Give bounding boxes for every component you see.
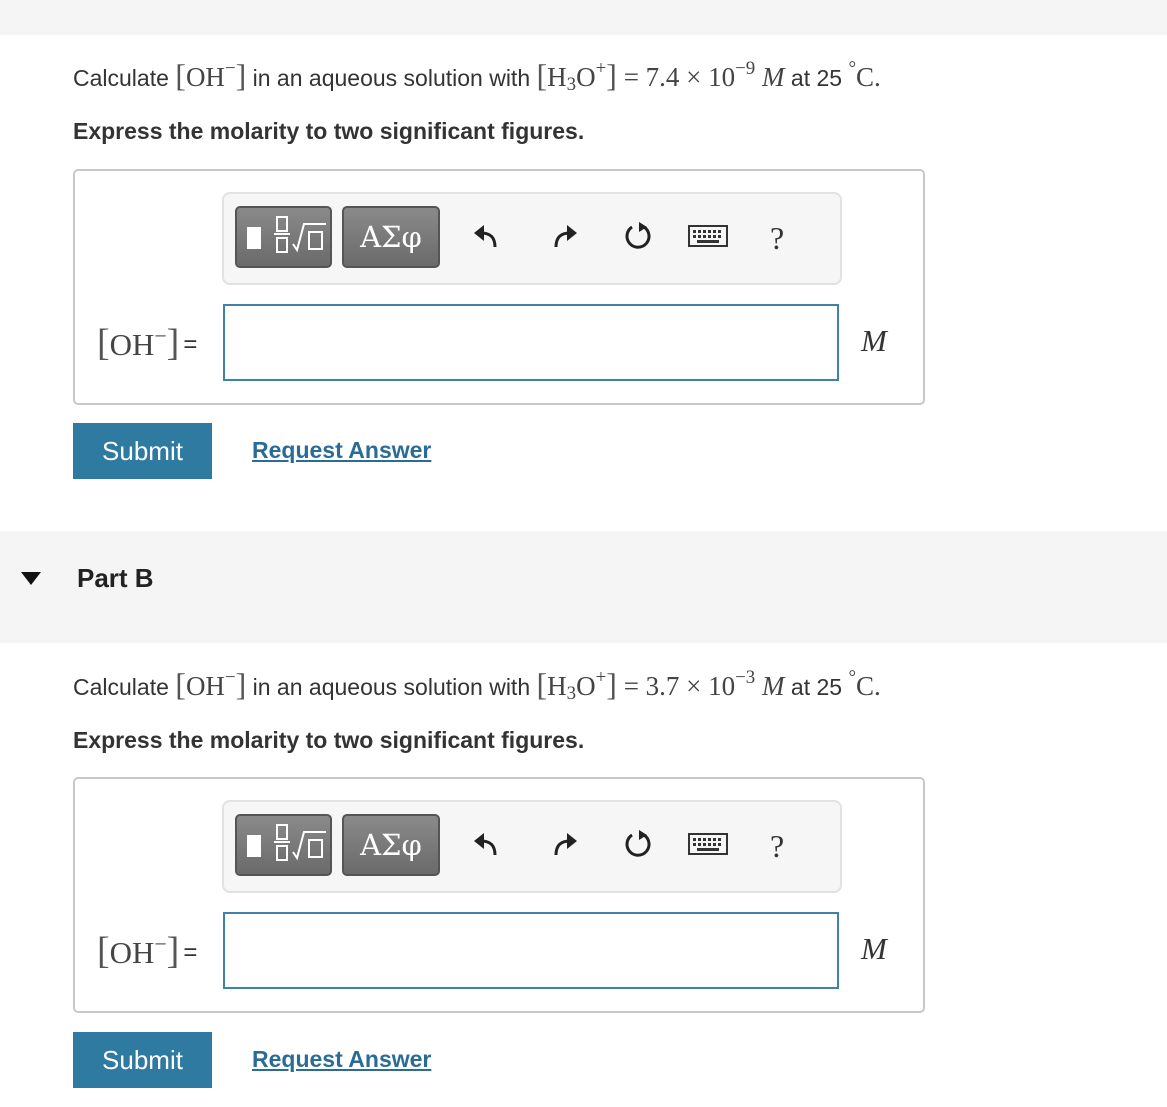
unit-label: M (861, 931, 887, 966)
instruction-text: Express the molarity to two significant … (73, 118, 585, 144)
answer-box: ΑΣφ ? [OH−] = M (73, 169, 925, 405)
keyboard-icon[interactable] (688, 216, 728, 256)
top-band (0, 0, 1167, 35)
answer-input[interactable] (223, 912, 839, 989)
question-text: Calculate [OH−] in an aqueous solution w… (73, 666, 881, 704)
request-answer-link[interactable]: Request Answer (252, 1046, 431, 1073)
greek-symbols-button[interactable]: ΑΣφ (342, 814, 440, 876)
math-toolbar: ΑΣφ ? (222, 192, 842, 285)
reset-icon[interactable] (618, 824, 658, 864)
help-icon[interactable]: ? (770, 220, 784, 257)
templates-button[interactable] (235, 814, 332, 876)
submit-button[interactable]: Submit (73, 1032, 212, 1088)
instruction-text: Express the molarity to two significant … (73, 727, 585, 753)
unit-label: M (861, 323, 887, 358)
part-b-header (0, 531, 1167, 643)
request-answer-link[interactable]: Request Answer (252, 437, 431, 464)
submit-button[interactable]: Submit (73, 423, 212, 479)
part-b-title: Part B (77, 563, 154, 593)
templates-button[interactable] (235, 206, 332, 268)
answer-label: [OH−] = (97, 930, 198, 972)
undo-icon[interactable] (467, 824, 507, 864)
undo-icon[interactable] (467, 216, 507, 256)
redo-icon[interactable] (544, 216, 584, 256)
templates-icon (247, 216, 326, 253)
math-toolbar: ΑΣφ ? (222, 800, 842, 893)
question-text: Calculate [OH−] in an aqueous solution w… (73, 57, 881, 95)
answer-box: ΑΣφ ? [OH−] = M (73, 777, 925, 1013)
templates-icon (247, 824, 326, 861)
redo-icon[interactable] (544, 824, 584, 864)
greek-symbols-button[interactable]: ΑΣφ (342, 206, 440, 268)
help-icon[interactable]: ? (770, 828, 784, 865)
answer-label: [OH−] = (97, 322, 198, 364)
reset-icon[interactable] (618, 216, 658, 256)
collapse-triangle-icon[interactable] (21, 572, 41, 585)
keyboard-icon[interactable] (688, 824, 728, 864)
answer-input[interactable] (223, 304, 839, 381)
